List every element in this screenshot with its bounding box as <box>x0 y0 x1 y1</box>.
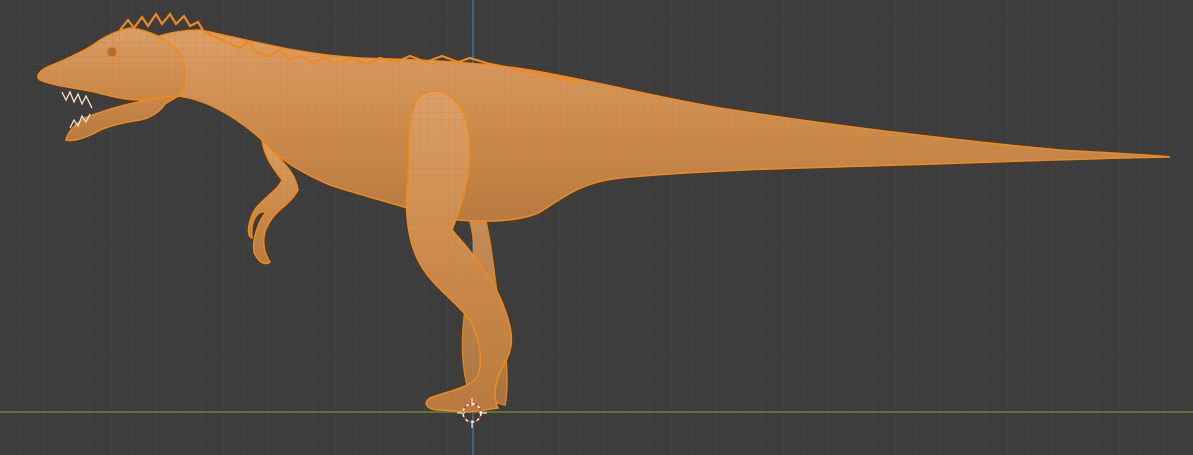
3d-viewport[interactable] <box>0 0 1193 455</box>
eye <box>106 46 118 58</box>
viewport-canvas[interactable] <box>0 0 1193 455</box>
